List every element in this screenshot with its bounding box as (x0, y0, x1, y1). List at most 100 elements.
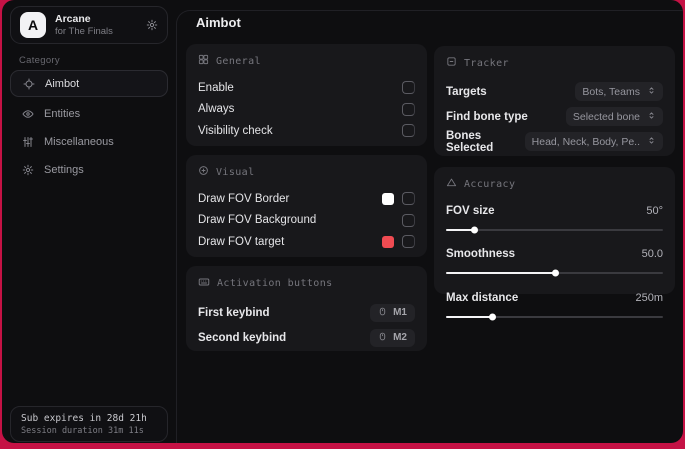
mouse-icon (378, 332, 387, 344)
sub-expiry-text: Sub expires in 28d 21h (21, 413, 147, 424)
max-distance-slider[interactable] (446, 313, 663, 320)
draw-fov-target-checkbox[interactable] (402, 235, 415, 249)
keybind-row: Second keybind M2 (198, 325, 415, 350)
card-title: General (216, 55, 261, 67)
category-label: Category (19, 55, 60, 66)
sidebar: A Arcane for The Finals Category Aimbot … (2, 0, 176, 443)
setting-label: Always (198, 103, 235, 116)
setting-row: Always (198, 99, 415, 121)
dropdown-value: Selected bone (572, 110, 640, 123)
crosshair-icon (23, 78, 35, 90)
draw-fov-border-checkbox[interactable] (402, 192, 415, 206)
gear-icon (22, 164, 34, 176)
slider-row: Smoothness 50.0 (446, 244, 663, 266)
tracker-card-header: Tracker (446, 56, 663, 70)
slider-label: Max distance (446, 291, 519, 304)
tracker-label: Bones Selected (446, 129, 494, 154)
tracker-row: Targets Bots, Teams (446, 79, 663, 104)
tracker-row: Bones Selected Head, Neck, Body, Pe.. (446, 129, 663, 154)
session-duration-text: Session duration 31m 11s (21, 426, 144, 436)
unfold-icon (647, 136, 656, 148)
card-title: Accuracy (464, 178, 516, 190)
dropdown-value: Head, Neck, Body, Pe.. (531, 135, 640, 148)
app-window: A Arcane for The Finals Category Aimbot … (2, 0, 683, 443)
slider-fill (446, 269, 559, 277)
tracker-row: Find bone type Selected bone (446, 104, 663, 129)
page-title: Aimbot (196, 15, 241, 30)
smoothness-value: 50.0 (641, 248, 663, 261)
visibility-check-checkbox[interactable] (402, 124, 415, 138)
first-keybind-button[interactable]: M1 (370, 303, 415, 322)
subscription-status-card: Sub expires in 28d 21h Session duration … (10, 406, 168, 442)
activation-card-header: Activation buttons (198, 276, 415, 291)
brand-text: Arcane for The Finals (55, 13, 146, 37)
setting-label: Draw FOV Background (198, 214, 317, 227)
setting-row: Enable (198, 77, 415, 99)
second-keybind-button[interactable]: M2 (370, 328, 415, 347)
unfold-icon (647, 86, 656, 98)
sidebar-item-aimbot[interactable]: Aimbot (10, 70, 168, 97)
setting-row: Draw FOV Border (198, 188, 415, 210)
keybind-label: First keybind (198, 306, 270, 319)
slider-row: FOV size 50° (446, 200, 663, 222)
slider-thumb[interactable] (488, 313, 496, 320)
activation-buttons-card: Activation buttons First keybind M1 Seco… (186, 266, 427, 351)
general-card: General Enable Always Visibility check (186, 44, 427, 146)
keybind-value: M1 (393, 307, 407, 318)
sidebar-item-label: Settings (44, 164, 84, 176)
brand-name: Arcane (55, 13, 91, 25)
tracker-label: Targets (446, 85, 487, 98)
card-title: Visual (216, 166, 255, 178)
slider-label: Smoothness (446, 248, 516, 261)
fov-size-slider[interactable] (446, 226, 663, 233)
find-bone-type-dropdown[interactable]: Selected bone (565, 107, 663, 126)
card-title: Activation buttons (217, 278, 333, 289)
sidebar-item-miscellaneous[interactable]: Miscellaneous (10, 132, 168, 152)
enable-checkbox[interactable] (402, 81, 415, 95)
setting-row: Draw FOV target (198, 231, 415, 253)
slider-fill (446, 313, 496, 320)
tracker-card: Tracker Targets Bots, Teams Find bone ty… (434, 46, 675, 156)
setting-label: Visibility check (198, 124, 273, 137)
sidebar-item-label: Aimbot (45, 77, 80, 90)
always-checkbox[interactable] (402, 102, 415, 116)
slider-thumb[interactable] (471, 226, 479, 233)
draw-fov-background-checkbox[interactable] (402, 213, 415, 227)
setting-controls (382, 192, 415, 206)
accuracy-card-header: Accuracy (446, 177, 663, 191)
keybind-value: M2 (393, 332, 407, 343)
eye-icon (22, 108, 34, 120)
slider-thumb[interactable] (551, 269, 559, 277)
visual-card: Visual Draw FOV Border Draw FOV Backgrou… (186, 155, 427, 257)
keyboard-icon (198, 276, 210, 291)
brand-card: A Arcane for The Finals (10, 6, 168, 44)
accuracy-card: Accuracy FOV size 50° Smoothness 50.0 Ma… (434, 167, 675, 320)
sidebar-item-label: Entities (44, 108, 81, 120)
unfold-icon (647, 111, 656, 123)
slider-fill (446, 226, 479, 233)
brand-logo: A (20, 12, 46, 38)
card-title: Tracker (464, 57, 509, 69)
sidebar-item-settings[interactable]: Settings (10, 160, 168, 180)
keybind-label: Second keybind (198, 331, 287, 344)
smoothness-slider[interactable] (446, 269, 663, 277)
triangle-icon (446, 177, 457, 191)
slider-label: FOV size (446, 204, 495, 217)
visual-card-header: Visual (198, 165, 415, 179)
fov-size-value: 50° (646, 204, 663, 217)
setting-row: Draw FOV Background (198, 210, 415, 232)
max-distance-value: 250m (635, 291, 663, 304)
targets-dropdown[interactable]: Bots, Teams (575, 82, 663, 101)
gear-icon[interactable] (146, 19, 158, 31)
sidebar-item-label: Miscellaneous (44, 136, 114, 148)
brand-subtitle: for The Finals (55, 26, 113, 37)
bones-selected-dropdown[interactable]: Head, Neck, Body, Pe.. (524, 132, 663, 151)
fov-circle-icon (198, 165, 209, 179)
color-swatch-white[interactable] (382, 192, 394, 205)
keybind-row: First keybind M1 (198, 300, 415, 325)
sidebar-item-entities[interactable]: Entities (10, 104, 168, 124)
setting-label: Draw FOV target (198, 235, 285, 248)
grid-icon (198, 54, 209, 68)
mouse-icon (378, 307, 387, 319)
color-swatch-red[interactable] (382, 235, 394, 248)
